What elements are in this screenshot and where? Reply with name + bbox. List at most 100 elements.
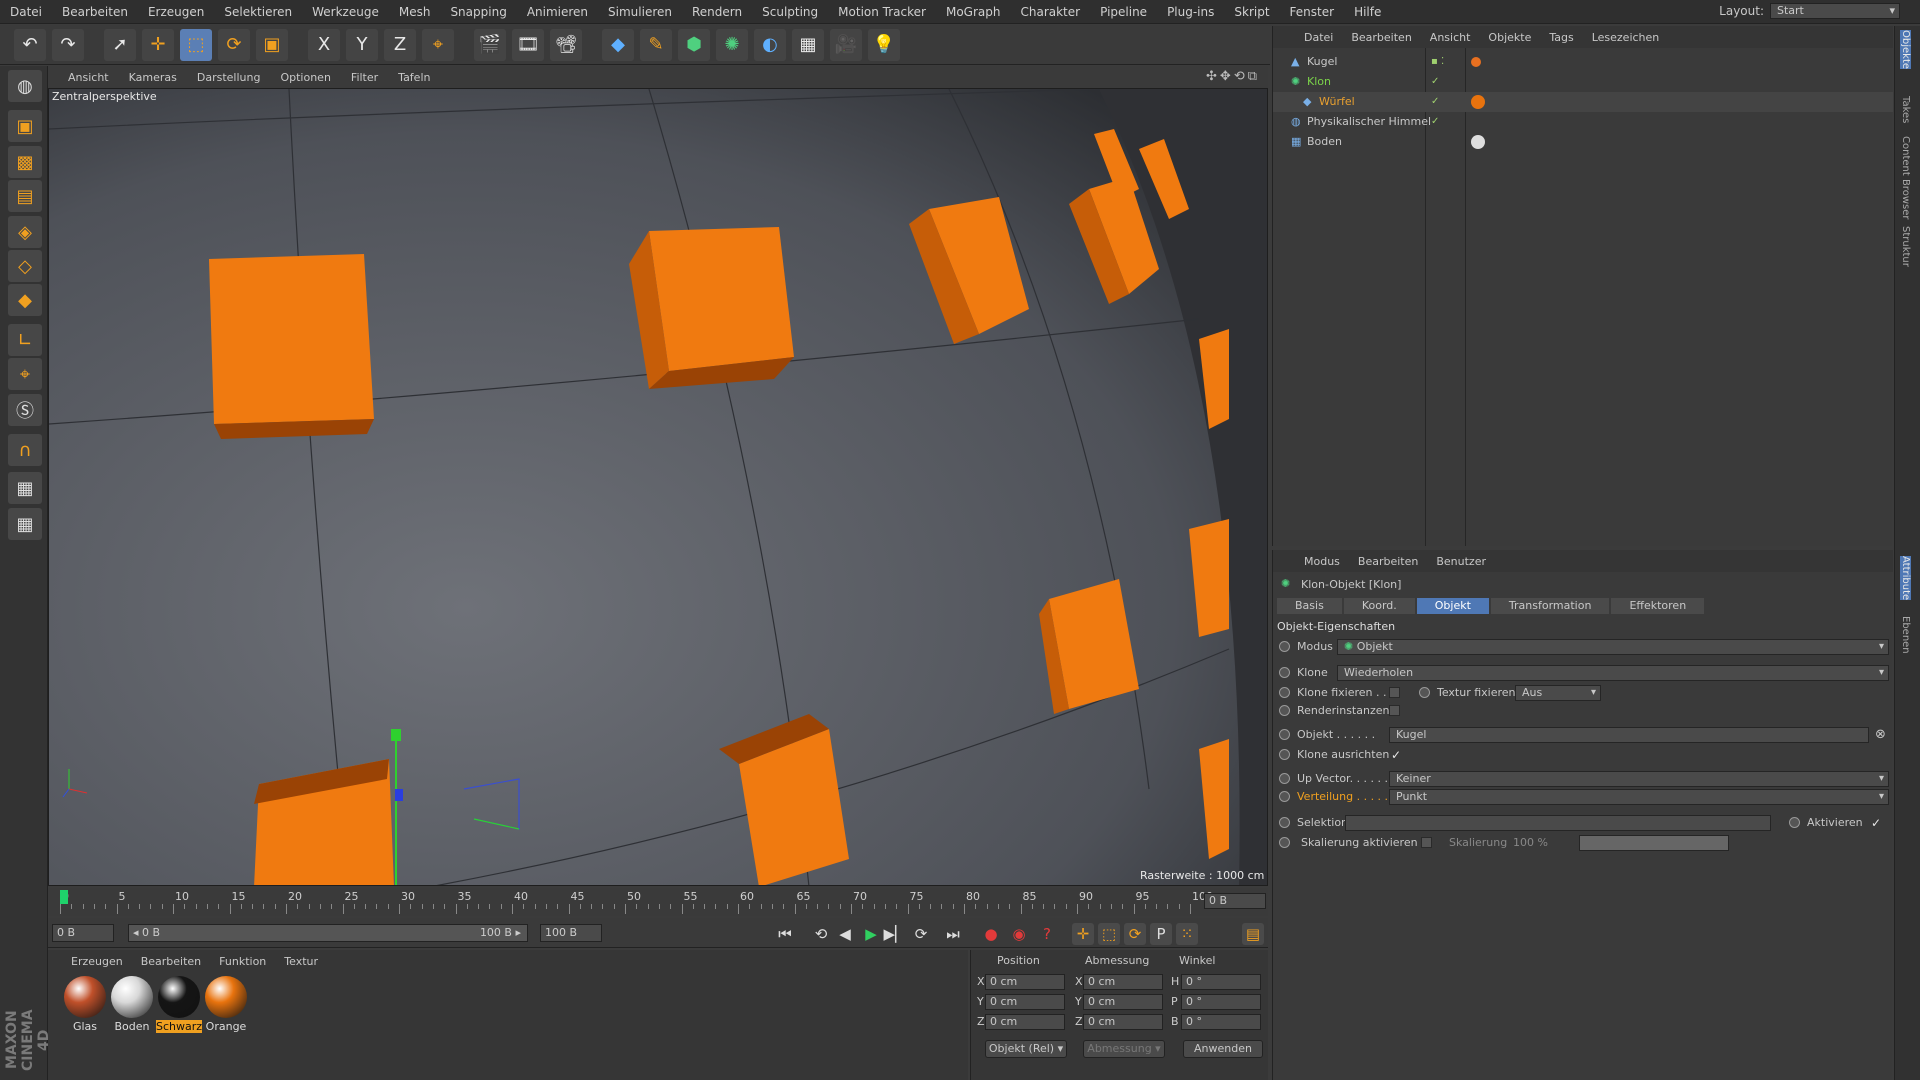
menu-mesh[interactable]: Mesh	[389, 5, 441, 19]
next-frame-icon[interactable]: ▶▏	[883, 923, 906, 945]
animate-radio[interactable]	[1279, 641, 1290, 652]
menu-skript[interactable]: Skript	[1224, 5, 1279, 19]
key-rotation-icon[interactable]: ⟳	[1124, 923, 1146, 945]
object-row-boden[interactable]: ▦ Boden	[1273, 132, 1893, 152]
animate-radio[interactable]	[1419, 687, 1430, 698]
coordinate-mode-dropdown[interactable]: Objekt (Rel) ▾	[985, 1040, 1067, 1058]
x-axis-lock-icon[interactable]: X	[308, 28, 340, 61]
aktivieren-checkbox[interactable]: ✓	[1871, 816, 1881, 830]
menu-rendern[interactable]: Rendern	[682, 5, 752, 19]
material-item[interactable]: Schwarz	[156, 976, 202, 1033]
renderinstanzen-checkbox[interactable]	[1389, 705, 1400, 716]
menu-sculpting[interactable]: Sculpting	[752, 5, 828, 19]
current-frame-field[interactable]: 0 B	[52, 924, 114, 942]
selektion-field[interactable]	[1345, 815, 1771, 831]
undo-icon[interactable]: ↶	[14, 28, 46, 61]
material-item[interactable]: Glas	[62, 976, 108, 1033]
timeline-ruler[interactable]: 0510152025303540455055606570758085909510…	[60, 888, 1213, 916]
enabled-check[interactable]: ✓	[1431, 116, 1439, 127]
coord-value-field[interactable]: 0 °	[1181, 974, 1261, 990]
tab-koord[interactable]: Koord.	[1343, 598, 1415, 614]
object-menu-objekte[interactable]: Objekte	[1479, 31, 1540, 44]
key-parameter-icon[interactable]: P	[1150, 923, 1172, 945]
tab-effektoren[interactable]: Effektoren	[1611, 598, 1705, 614]
material-tag-boden-icon[interactable]	[1471, 135, 1485, 149]
menu-motion-tracker[interactable]: Motion Tracker	[828, 5, 936, 19]
timeline-frame-field[interactable]: 0 B	[1204, 893, 1266, 909]
3d-viewport[interactable]	[48, 88, 1268, 886]
verteilung-dropdown[interactable]: Punkt	[1389, 789, 1889, 805]
record-keys-icon[interactable]: ●	[980, 923, 1002, 945]
menu-pipeline[interactable]: Pipeline	[1090, 5, 1157, 19]
klone-dropdown[interactable]: Wiederholen	[1337, 665, 1889, 681]
autokey-icon[interactable]: ◉	[1008, 923, 1030, 945]
coord-value-field[interactable]: 0 cm	[1083, 994, 1163, 1010]
coord-value-field[interactable]: 0 cm	[985, 994, 1065, 1010]
workplane-icon[interactable]: ▤	[8, 180, 42, 212]
key-pla-icon[interactable]: ⁙	[1176, 923, 1198, 945]
move-tool-icon[interactable]: ✛	[142, 28, 174, 61]
object-menu-bearbeiten[interactable]: Bearbeiten	[1342, 31, 1420, 44]
skalierung-aktivieren-checkbox[interactable]	[1421, 837, 1432, 848]
tab-basis[interactable]: Basis	[1277, 598, 1342, 614]
render-settings-icon[interactable]: 📽	[550, 28, 582, 61]
objekt-link-field[interactable]: Kugel	[1389, 727, 1869, 743]
timeline-playhead[interactable]	[60, 890, 68, 904]
render-view-icon[interactable]: 🎬	[474, 28, 506, 61]
polygons-mode-icon[interactable]: ◆	[8, 284, 42, 316]
animate-radio[interactable]	[1279, 705, 1290, 716]
coord-value-field[interactable]: 0 cm	[985, 1014, 1065, 1030]
light-icon[interactable]: 💡	[868, 28, 900, 61]
cube-object-icon[interactable]: ◆	[602, 28, 634, 61]
object-row-klon[interactable]: ✺ Klon ✓	[1273, 72, 1893, 92]
z-axis-lock-icon[interactable]: Z	[384, 28, 416, 61]
animate-radio[interactable]	[1279, 687, 1290, 698]
animate-radio[interactable]	[1279, 773, 1290, 784]
object-menu-tags[interactable]: Tags	[1540, 31, 1582, 44]
object-row-wuerfel[interactable]: ◆ Würfel ✓	[1273, 92, 1893, 112]
coord-value-field[interactable]: 0 cm	[985, 974, 1065, 990]
magnet-icon[interactable]: ∩	[8, 434, 42, 466]
attr-menu-bearbeiten[interactable]: Bearbeiten	[1349, 555, 1427, 568]
coord-value-field[interactable]: 0 cm	[1083, 974, 1163, 990]
side-tab-struktur[interactable]: Struktur	[1900, 226, 1911, 267]
texture-mode-icon[interactable]: ▩	[8, 146, 42, 178]
max-frame-field[interactable]: 100 B	[540, 924, 602, 942]
side-tab-takes[interactable]: Takes	[1900, 96, 1911, 123]
texture-tag-icon[interactable]	[1471, 57, 1481, 67]
next-key-icon[interactable]: ⟳	[910, 923, 932, 945]
tab-objekt[interactable]: Objekt	[1416, 598, 1489, 614]
go-to-end-icon[interactable]: ⏭	[942, 923, 964, 945]
side-tab-ebenen[interactable]: Ebenen	[1900, 616, 1911, 654]
viewport-navigation-icons[interactable]: ✣✥⟲⧉	[1206, 69, 1260, 84]
object-menu-ansicht[interactable]: Ansicht	[1421, 31, 1480, 44]
apply-button[interactable]: Anwenden	[1183, 1040, 1263, 1058]
snap-icon[interactable]: Ⓢ	[8, 394, 42, 426]
spline-pen-icon[interactable]: ✎	[640, 28, 672, 61]
animate-radio[interactable]	[1279, 667, 1290, 678]
material-menu-funktion[interactable]: Funktion	[210, 955, 275, 968]
up-vector-dropdown[interactable]: Keiner	[1389, 771, 1889, 787]
last-tool-icon[interactable]: ▣	[256, 28, 288, 61]
menu-charakter[interactable]: Charakter	[1010, 5, 1090, 19]
link-clear-icon[interactable]: ⊗	[1875, 727, 1886, 742]
viewport-menu-filter[interactable]: Filter	[343, 71, 386, 84]
object-row-kugel[interactable]: ▲ Kugel ▪ ⁚	[1273, 52, 1893, 72]
workplane-lock-icon[interactable]: ▦	[8, 472, 42, 504]
menu-simulieren[interactable]: Simulieren	[598, 5, 682, 19]
coord-value-field[interactable]: 0 °	[1181, 1014, 1261, 1030]
material-menu-textur[interactable]: Textur	[275, 955, 327, 968]
coord-value-field[interactable]: 0 °	[1181, 994, 1261, 1010]
redo-icon[interactable]: ↷	[52, 28, 84, 61]
key-position-icon[interactable]: ✛	[1072, 923, 1094, 945]
animate-radio[interactable]	[1279, 837, 1290, 848]
side-tab-attribute[interactable]: Attribute	[1900, 556, 1911, 601]
material-menu-erzeugen[interactable]: Erzeugen	[62, 955, 132, 968]
skalierung-value[interactable]: 100 %	[1513, 836, 1548, 849]
model-mode-icon[interactable]: ◍	[8, 70, 42, 102]
menu-fenster[interactable]: Fenster	[1280, 5, 1345, 19]
viewport-menu-ansicht[interactable]: Ansicht	[60, 71, 117, 84]
animate-radio[interactable]	[1279, 791, 1290, 802]
key-scale-icon[interactable]: ⬚	[1098, 923, 1120, 945]
viewport-menu-optionen[interactable]: Optionen	[272, 71, 338, 84]
